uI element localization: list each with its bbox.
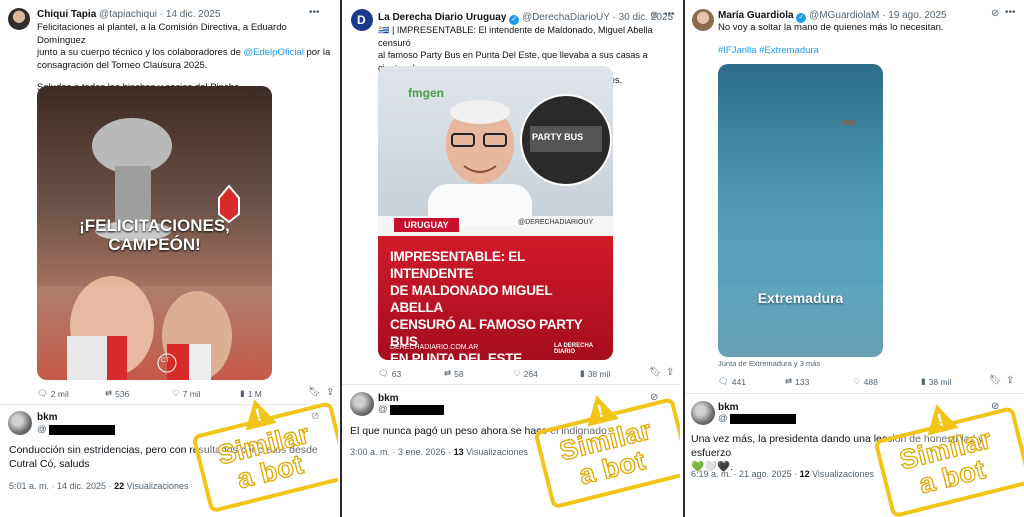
tweet-text: No voy a soltar la mano de quienes más l… bbox=[718, 22, 1018, 57]
reply-meta: 6:19 a. m. · 21 ago. 2025 · 12 Visualiza… bbox=[691, 469, 874, 479]
tweet-text: Felicitaciones al plantel, a la Comisión… bbox=[37, 22, 331, 93]
media-caption: ¡FELICITACIONES, CAMPEÓN! bbox=[79, 216, 230, 254]
avatar[interactable]: D bbox=[351, 9, 373, 31]
tweet-header: Chiqui Tapia @tapiachiqui · 14 dic. 2025 bbox=[37, 9, 220, 20]
repost-icon: ⇄ bbox=[785, 376, 793, 386]
author-handle[interactable]: @tapiachiqui bbox=[99, 9, 157, 20]
like-action[interactable]: ♡ 7 mil bbox=[172, 388, 201, 399]
author-name[interactable]: María Guardiola bbox=[718, 10, 794, 21]
grok-icon[interactable]: ⊘ bbox=[650, 10, 658, 21]
bookmark-icon[interactable]: 🔖︎ bbox=[649, 367, 662, 378]
repost-icon: ⇄ bbox=[444, 368, 452, 378]
drone-speck bbox=[842, 120, 856, 125]
divider bbox=[685, 393, 1024, 394]
more-icon[interactable]: ••• bbox=[664, 9, 675, 20]
similar-a-bot-stamp: ! Similar a bot bbox=[869, 389, 1024, 517]
tweet-date[interactable]: · 19 ago. 2025 bbox=[882, 10, 947, 21]
similar-a-bot-stamp: ! Similar a bot bbox=[187, 384, 338, 514]
more-icon[interactable]: ••• bbox=[309, 7, 320, 18]
country-tag: URUGUAY bbox=[394, 218, 459, 232]
tweet-media-image[interactable]: fmgen PARTY BUS URUGUAY @DERECHADIARIOUY… bbox=[378, 66, 613, 360]
bar-chart-icon: ▮ bbox=[240, 388, 245, 398]
media-caption: Extremadura bbox=[757, 290, 844, 306]
mention-link[interactable]: @EdelpOficial bbox=[244, 47, 304, 58]
repost-action[interactable]: ⇄ 58 bbox=[444, 368, 464, 379]
redaction-bar bbox=[729, 413, 796, 424]
reply-icon: 🗨︎ bbox=[37, 388, 48, 398]
tweet-date[interactable]: · 14 dic. 2025 bbox=[160, 9, 221, 20]
share-icon[interactable]: ⇪ bbox=[1006, 375, 1014, 386]
bookmark-icon[interactable]: 🔖︎ bbox=[989, 375, 1002, 386]
tweet-panel-3: María Guardiola ✓ @MGuardiolaM · 19 ago.… bbox=[685, 0, 1024, 517]
like-action[interactable]: ♡ 264 bbox=[513, 368, 538, 379]
heart-icon: ♡ bbox=[172, 388, 180, 398]
similar-a-bot-stamp: ! Similar a bot bbox=[529, 380, 680, 510]
tweet-panel-2: D La Derecha Diario Uruguay ✓ @DerechaDi… bbox=[342, 0, 680, 517]
reply-meta: 5:01 a. m. · 14 dic. 2025 · 22 Visualiza… bbox=[9, 481, 189, 491]
logo-letter: D bbox=[357, 13, 366, 27]
reply-action[interactable]: 🗨︎ 63 bbox=[378, 368, 401, 379]
redaction-bar bbox=[48, 424, 115, 435]
party-bus-inset: PARTY BUS bbox=[520, 94, 612, 186]
reply-avatar[interactable] bbox=[691, 401, 715, 425]
reply-avatar[interactable] bbox=[8, 411, 32, 435]
reply-author-name[interactable]: bkm bbox=[378, 393, 399, 404]
reply-icon: 🗨︎ bbox=[378, 368, 389, 378]
reply-author-name[interactable]: bkm bbox=[718, 402, 739, 413]
repost-icon: ⇄ bbox=[105, 388, 113, 398]
hashtags[interactable]: #IFJarilla #Extremadura bbox=[718, 45, 1018, 58]
repost-action[interactable]: ⇄ 536 bbox=[105, 388, 129, 399]
reply-author-handle[interactable]: @ bbox=[37, 424, 115, 435]
share-icon[interactable]: ⇪ bbox=[326, 387, 334, 398]
reply-author-handle[interactable]: @ bbox=[378, 404, 444, 415]
grok-icon[interactable]: ⊘ bbox=[991, 8, 999, 19]
media-handle: @DERECHADIARIOUY bbox=[518, 219, 594, 226]
reply-meta: 3:00 a. m. · 3 ene. 2026 · 13 Visualizac… bbox=[350, 447, 528, 457]
bar-chart-icon: ▮ bbox=[580, 368, 585, 378]
views-action[interactable]: ▮ 38 mil bbox=[580, 368, 610, 379]
bar-chart-icon: ▮ bbox=[921, 376, 926, 386]
more-icon[interactable]: ••• bbox=[1005, 7, 1016, 18]
repost-action[interactable]: ⇄ 133 bbox=[785, 376, 809, 387]
reply-action[interactable]: 🗨︎ 441 bbox=[718, 376, 746, 387]
avatar[interactable] bbox=[8, 8, 30, 30]
author-handle[interactable]: @MGuardiolaM bbox=[809, 10, 879, 21]
media-site: DERECHADIARIO.COM.AR bbox=[390, 344, 479, 351]
author-name[interactable]: La Derecha Diario Uruguay bbox=[378, 12, 506, 23]
tweet-media-video[interactable]: Extremadura bbox=[718, 64, 883, 357]
author-handle[interactable]: @DerechaDiarioUY bbox=[522, 12, 610, 23]
heart-icon: ♡ bbox=[513, 368, 521, 378]
reply-avatar[interactable] bbox=[350, 392, 374, 416]
divider bbox=[342, 384, 680, 385]
reply-author-handle[interactable]: @ bbox=[718, 413, 796, 424]
redaction-bar bbox=[389, 404, 444, 415]
share-icon[interactable]: ⇪ bbox=[666, 367, 674, 378]
views-action[interactable]: ▮ 38 mil bbox=[921, 376, 951, 387]
tweet-media-photo[interactable]: ¡FELICITACIONES, CAMPEÓN! CT bbox=[37, 86, 272, 380]
tweet-panel-1: Chiqui Tapia @tapiachiqui · 14 dic. 2025… bbox=[0, 0, 338, 517]
media-brand: LA DERECHA DIARIO bbox=[554, 343, 593, 355]
author-name[interactable]: Chiqui Tapia bbox=[37, 9, 96, 20]
reply-author-name[interactable]: bkm bbox=[37, 412, 58, 423]
reply-action[interactable]: 🗨︎ 2 mil bbox=[37, 388, 69, 399]
avatar[interactable] bbox=[692, 9, 714, 31]
media-watermark: CT bbox=[161, 358, 169, 364]
like-action[interactable]: ♡ 488 bbox=[853, 376, 878, 387]
man-portrait bbox=[428, 100, 532, 226]
reply-icon: 🗨︎ bbox=[718, 376, 729, 386]
heart-icon: ♡ bbox=[853, 376, 861, 386]
media-credit[interactable]: Junta de Extremadura y 3 más bbox=[718, 359, 820, 368]
